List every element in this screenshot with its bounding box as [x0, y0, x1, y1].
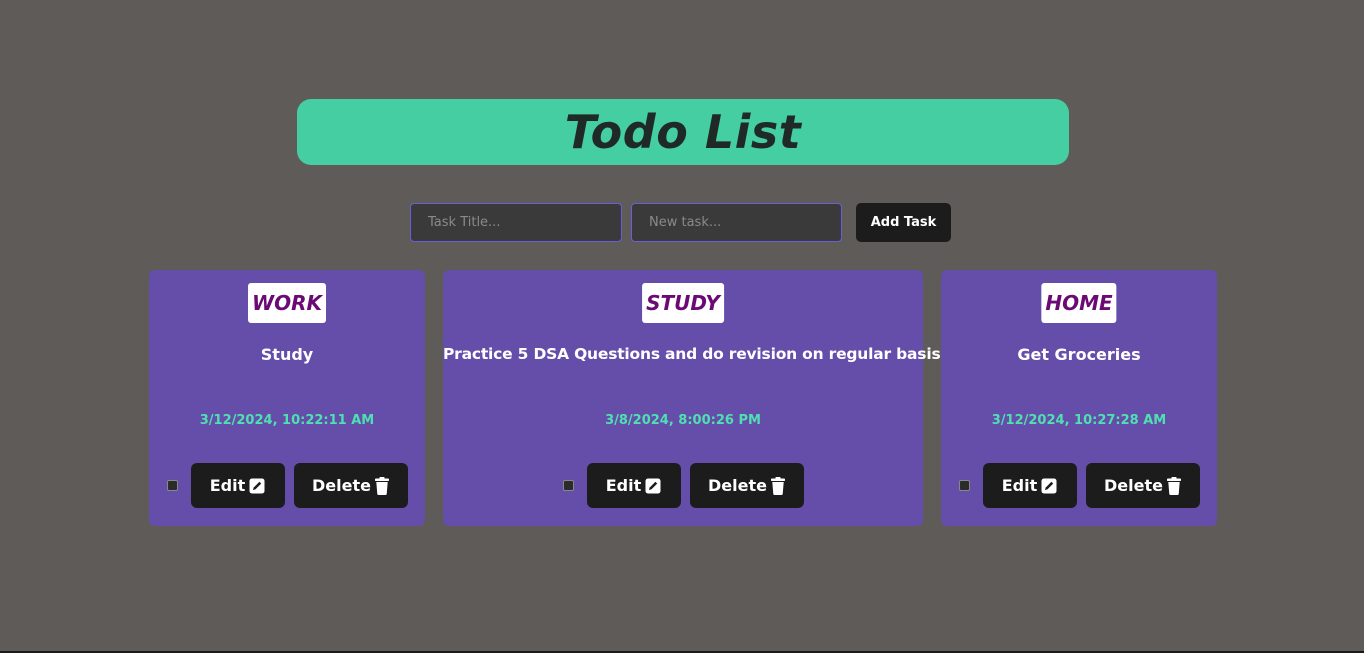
task-text: Study	[260, 345, 314, 364]
edit-label: Edit	[605, 476, 642, 495]
add-task-button[interactable]: Add Task	[856, 203, 951, 242]
task-actions: Edit Delete	[443, 463, 923, 508]
task-complete-checkbox[interactable]	[958, 480, 970, 491]
trash-icon	[1166, 476, 1181, 495]
add-task-form: Add Task	[410, 203, 951, 242]
task-timestamp: 3/8/2024, 8:00:26 PM	[605, 413, 761, 428]
category-tag: STUDY	[642, 283, 724, 323]
delete-label: Delete	[312, 476, 371, 495]
category-tag: WORK	[248, 283, 326, 323]
todo-app: Todo List Add Task WORK Study 3/12/2024,…	[0, 0, 1364, 653]
delete-label: Delete	[1104, 476, 1163, 495]
task-text: Practice 5 DSA Questions and do revision…	[443, 345, 941, 363]
delete-button[interactable]: Delete	[1085, 463, 1200, 508]
task-complete-checkbox[interactable]	[562, 480, 574, 491]
delete-button[interactable]: Delete	[689, 463, 804, 508]
title-banner: Todo List	[297, 99, 1069, 165]
pencil-square-icon	[1041, 478, 1057, 494]
new-task-input[interactable]	[631, 203, 842, 242]
task-timestamp: 3/12/2024, 10:27:28 AM	[991, 413, 1167, 428]
edit-button[interactable]: Edit	[982, 463, 1077, 508]
pencil-square-icon	[249, 478, 265, 494]
edit-label: Edit	[1001, 476, 1038, 495]
task-text: Get Groceries	[1017, 345, 1141, 364]
delete-label: Delete	[708, 476, 767, 495]
task-card: WORK Study 3/12/2024, 10:22:11 AM Edit D…	[149, 270, 425, 526]
page-title: Todo List	[564, 105, 802, 159]
pencil-square-icon	[645, 478, 661, 494]
trash-icon	[374, 476, 389, 495]
edit-button[interactable]: Edit	[586, 463, 681, 508]
task-actions: Edit Delete	[149, 463, 425, 508]
task-timestamp: 3/12/2024, 10:22:11 AM	[199, 413, 375, 428]
task-complete-checkbox[interactable]	[166, 480, 178, 491]
task-title-input[interactable]	[410, 203, 622, 242]
delete-button[interactable]: Delete	[293, 463, 408, 508]
edit-label: Edit	[209, 476, 246, 495]
edit-button[interactable]: Edit	[190, 463, 285, 508]
trash-icon	[770, 476, 785, 495]
task-actions: Edit Delete	[941, 463, 1217, 508]
task-card: STUDY Practice 5 DSA Questions and do re…	[443, 270, 941, 526]
category-tag: HOME	[1041, 283, 1117, 323]
task-card: HOME Get Groceries 3/12/2024, 10:27:28 A…	[941, 270, 1217, 526]
